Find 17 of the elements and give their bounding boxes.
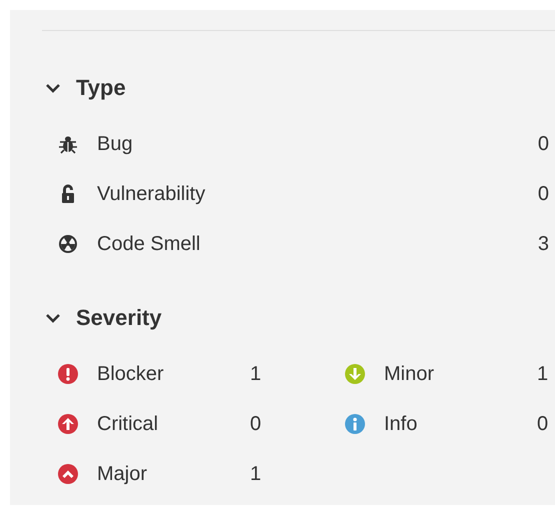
radiation-icon bbox=[58, 234, 78, 254]
chevron-up-icon bbox=[58, 464, 78, 484]
info-icon bbox=[345, 414, 365, 434]
section-header[interactable]: Severity bbox=[42, 298, 162, 338]
exclamation-icon bbox=[58, 364, 78, 384]
facet-item[interactable]: Bug 0 bbox=[42, 119, 555, 169]
facet-item[interactable]: Vulnerability 0 bbox=[42, 169, 555, 219]
section-header[interactable]: Type bbox=[42, 68, 126, 108]
chevron-down-icon bbox=[46, 81, 60, 95]
bug-icon bbox=[58, 134, 78, 154]
facet-item[interactable]: Major 1 bbox=[42, 449, 329, 499]
facet-item[interactable]: Code Smell 3 bbox=[42, 219, 555, 269]
facet-item[interactable]: Info 0 bbox=[329, 399, 555, 449]
facet-item[interactable]: Minor 1 bbox=[329, 349, 555, 399]
facet-item[interactable]: Blocker 1 bbox=[42, 349, 329, 399]
chevron-down-icon bbox=[46, 311, 60, 325]
facet-item[interactable]: Critical 0 bbox=[42, 399, 329, 449]
